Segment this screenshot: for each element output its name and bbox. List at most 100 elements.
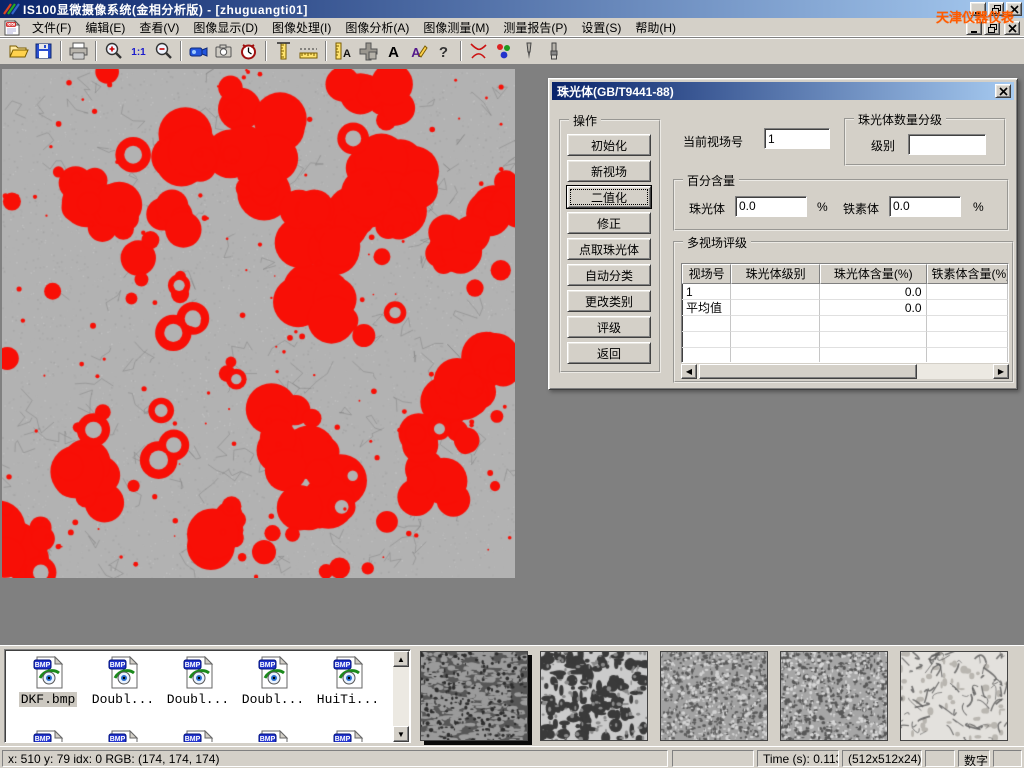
- initialize-button[interactable]: 初始化: [567, 134, 651, 156]
- file-item[interactable]: BMPDoubl...: [163, 656, 233, 707]
- file-browser[interactable]: BMPDKF.bmpBMPDoubl...BMPDoubl...BMPDoubl…: [4, 649, 411, 743]
- menu-edit[interactable]: 编辑(E): [78, 17, 132, 38]
- bmp-file-icon: BMP: [257, 678, 290, 692]
- file-list-scrollbar[interactable]: ▲▼: [393, 651, 409, 742]
- scrollbar-thumb[interactable]: [699, 364, 917, 379]
- cell-ferrite-pct: [927, 284, 1009, 300]
- file-name[interactable]: Doubl...: [90, 692, 156, 707]
- menu-image-process[interactable]: 图像处理(I): [265, 17, 338, 38]
- dialog-close-button[interactable]: [995, 84, 1011, 98]
- file-item[interactable]: BMPHuiTi...: [313, 656, 383, 707]
- file-item-partial[interactable]: BMP: [163, 730, 233, 743]
- table-row: [682, 332, 1008, 348]
- preview-thumbnail-4[interactable]: [780, 651, 888, 741]
- classify-icon[interactable]: [491, 39, 516, 63]
- zoom-out-icon[interactable]: [151, 39, 176, 63]
- video-capture-icon[interactable]: [186, 39, 211, 63]
- table-header: 视场号: [682, 264, 731, 284]
- correct-button[interactable]: 修正: [567, 212, 651, 234]
- file-item-partial[interactable]: BMP: [313, 730, 383, 743]
- pen-icon[interactable]: [516, 39, 541, 63]
- menu-image-measure[interactable]: 图像测量(M): [416, 17, 496, 38]
- table-header-row: 视场号 珠光体级别 珠光体含量(%) 铁素体含量(%): [682, 264, 1008, 284]
- print-icon[interactable]: [66, 39, 91, 63]
- file-item-partial[interactable]: BMP: [238, 730, 308, 743]
- annotate-icon[interactable]: A: [406, 39, 431, 63]
- document-icon[interactable]: DOC: [3, 20, 21, 36]
- scroll-right-icon[interactable]: ▶: [993, 364, 1009, 379]
- file-item[interactable]: BMP DKF.bmp: [13, 656, 83, 707]
- svg-text:BMP: BMP: [109, 662, 125, 669]
- table-horizontal-scrollbar[interactable]: ◀ ▶: [681, 364, 1009, 379]
- menu-file[interactable]: 文件(F): [25, 17, 78, 38]
- merge-grid-icon[interactable]: [356, 39, 381, 63]
- dialog-title-bar[interactable]: 珠光体(GB/T9441-88): [552, 82, 1014, 100]
- ruler-horizontal-icon[interactable]: [296, 39, 321, 63]
- table-header: 珠光体含量(%): [820, 264, 927, 284]
- open-file-icon[interactable]: [6, 39, 31, 63]
- image-size-pane: (512x512x24): [842, 750, 922, 767]
- pearlite-dialog: 珠光体(GB/T9441-88) 操作 初始化 新视场 二值化 修正 点取珠光体…: [548, 78, 1018, 390]
- file-name[interactable]: HuiTi...: [315, 692, 381, 707]
- scroll-down-icon[interactable]: ▼: [393, 726, 409, 742]
- spline-icon[interactable]: [466, 39, 491, 63]
- toolbar-separator: [325, 41, 327, 61]
- help-icon[interactable]: ?: [431, 39, 456, 63]
- preview-thumbnail-3[interactable]: [660, 651, 768, 741]
- binarize-button[interactable]: 二值化: [567, 186, 651, 208]
- text-icon[interactable]: A: [381, 39, 406, 63]
- auto-classify-button[interactable]: 自动分类: [567, 264, 651, 286]
- menu-view[interactable]: 查看(V): [132, 17, 186, 38]
- file-item[interactable]: BMPDoubl...: [88, 656, 158, 707]
- menu-image-analysis[interactable]: 图像分析(A): [338, 17, 416, 38]
- svg-text:BMP: BMP: [109, 736, 125, 743]
- menu-report[interactable]: 测量报告(P): [496, 17, 574, 38]
- file-item-partial[interactable]: BMP: [88, 730, 158, 743]
- actual-size-icon[interactable]: 1:1: [126, 39, 151, 63]
- svg-text:BMP: BMP: [34, 662, 50, 669]
- menu-settings[interactable]: 设置(S): [574, 17, 628, 38]
- new-field-button[interactable]: 新视场: [567, 160, 651, 182]
- ferrite-percent-input[interactable]: 0.0: [889, 196, 961, 217]
- file-item[interactable]: BMPDoubl...: [238, 656, 308, 707]
- table-header: 珠光体级别: [731, 264, 820, 284]
- file-item-partial[interactable]: BMP: [13, 730, 83, 743]
- file-name[interactable]: Doubl...: [165, 692, 231, 707]
- save-icon[interactable]: [31, 39, 56, 63]
- file-name[interactable]: DKF.bmp: [19, 692, 78, 707]
- application-window: IS100显微摄像系统(金相分析版) - [zhuguangti01] 天津仪器…: [0, 0, 1024, 768]
- caliper-vertical-icon[interactable]: [271, 39, 296, 63]
- table-row[interactable]: 平均值 0.0: [682, 300, 1008, 316]
- preview-thumbnail-1[interactable]: [420, 651, 528, 741]
- grade-input[interactable]: [908, 134, 986, 155]
- zoom-in-icon[interactable]: [101, 39, 126, 63]
- caliper-text-icon[interactable]: A: [331, 39, 356, 63]
- timer-icon[interactable]: [236, 39, 261, 63]
- file-name[interactable]: Doubl...: [240, 692, 306, 707]
- change-class-button[interactable]: 更改类别: [567, 290, 651, 312]
- svg-text:A: A: [343, 48, 351, 60]
- menu-image-display[interactable]: 图像显示(D): [186, 17, 265, 38]
- preview-thumbnail-5[interactable]: [900, 651, 1008, 741]
- scroll-up-icon[interactable]: ▲: [393, 651, 409, 667]
- table-row[interactable]: 1 0.0: [682, 284, 1008, 300]
- metallograph-binarized-image[interactable]: [2, 69, 515, 578]
- svg-text:BMP: BMP: [334, 736, 350, 743]
- scrollbar-track: [917, 364, 993, 379]
- return-button[interactable]: 返回: [567, 342, 651, 364]
- brush-icon[interactable]: [541, 39, 566, 63]
- grade-button[interactable]: 评级: [567, 316, 651, 338]
- current-field-input[interactable]: [764, 128, 830, 149]
- table-row: [682, 348, 1008, 363]
- menu-help[interactable]: 帮助(H): [628, 17, 683, 38]
- bmp-file-icon: BMP: [107, 678, 140, 692]
- multifield-table[interactable]: 视场号 珠光体级别 珠光体含量(%) 铁素体含量(%) 1 0.0 平均值 0.…: [681, 263, 1009, 363]
- svg-text:?: ?: [439, 44, 448, 61]
- camera-capture-icon[interactable]: [211, 39, 236, 63]
- pick-pearlite-button[interactable]: 点取珠光体: [567, 238, 651, 260]
- pearlite-percent-input[interactable]: 0.0: [735, 196, 807, 217]
- preview-thumbnail-2[interactable]: [540, 651, 648, 741]
- operation-group-label: 操作: [569, 112, 601, 129]
- menu-bar: DOC 文件(F) 编辑(E) 查看(V) 图像显示(D) 图像处理(I) 图像…: [0, 18, 1024, 38]
- scroll-left-icon[interactable]: ◀: [681, 364, 697, 379]
